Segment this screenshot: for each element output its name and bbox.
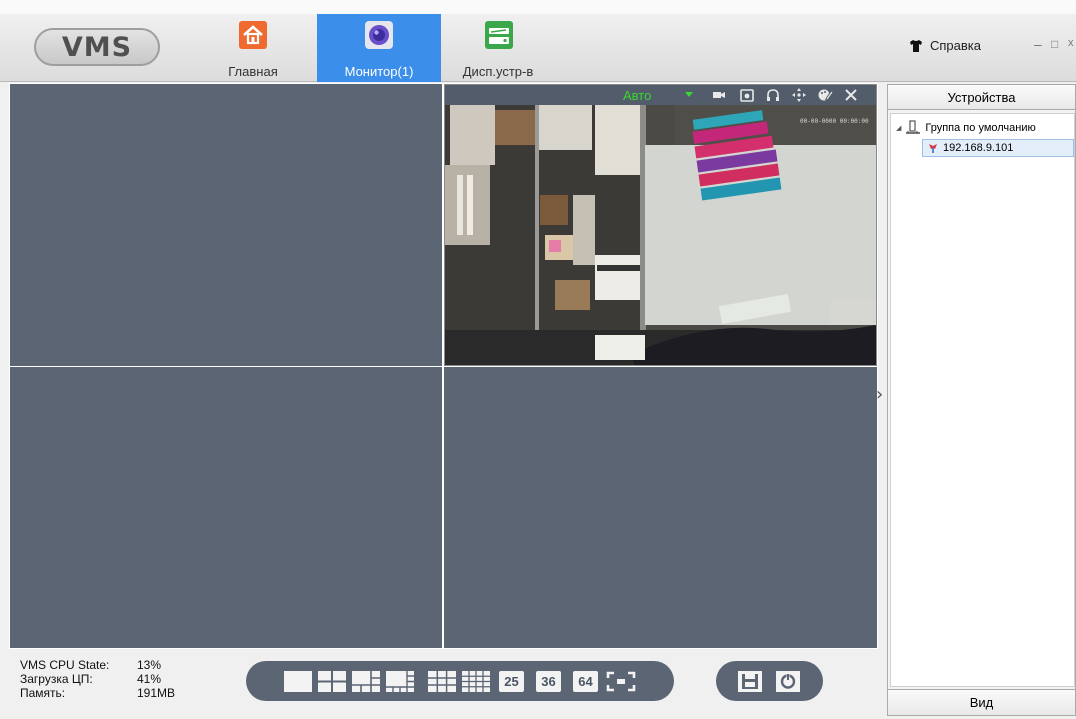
layout-64-button[interactable]: 64: [573, 671, 598, 692]
vms-logo: VMS: [34, 28, 160, 66]
camera-video-feed: 00-00-0000 00:00:00: [445, 105, 876, 365]
help-button[interactable]: Справка: [909, 38, 981, 53]
stat-row-cpu-state: VMS CPU State: 13%: [20, 658, 175, 672]
layout-36-button[interactable]: 36: [536, 671, 561, 692]
tshirt-icon: [910, 39, 922, 52]
stat-key: Память:: [20, 686, 66, 700]
video-cell-4[interactable]: [444, 367, 877, 648]
tab-monitor-label: Монитор(1): [344, 64, 414, 79]
stat-value: 41%: [137, 672, 162, 686]
layout-8-icon[interactable]: [386, 671, 414, 692]
snapshot-icon[interactable]: [739, 87, 755, 103]
device-manager-icon: [485, 21, 513, 49]
stat-value: 191MB: [137, 686, 176, 700]
tab-monitor[interactable]: Монитор(1): [317, 14, 441, 82]
tab-device-manager[interactable]: Дисп.устр-в: [454, 14, 542, 82]
layout-1-icon[interactable]: [284, 671, 312, 692]
tree-group-label: Группа по умолчанию: [925, 121, 1036, 134]
close-icon[interactable]: [843, 87, 859, 103]
audio-icon[interactable]: [765, 87, 781, 103]
stat-value: 13%: [137, 658, 162, 672]
video-grid: Авто 00-00-0000 00:00:00: [9, 83, 878, 649]
device-group-icon: [906, 120, 921, 134]
system-stats: VMS CPU State: 13% Загрузка ЦП: 41% Памя…: [20, 658, 175, 700]
layout-9-icon[interactable]: [428, 671, 456, 692]
layout-16-icon[interactable]: [462, 671, 490, 692]
stat-row-memory: Память: 191MB: [20, 686, 175, 700]
devices-panel-title: Устройства: [888, 85, 1075, 110]
devices-panel: Устройства ◢ Группа по умолчанию 192.168…: [887, 84, 1076, 716]
minimize-button[interactable]: –: [1034, 36, 1042, 52]
home-icon: [239, 21, 267, 49]
stat-row-cpu-load: Загрузка ЦП: 41%: [20, 672, 175, 686]
save-layout-icon[interactable]: [738, 671, 762, 692]
tab-device-manager-label: Дисп.устр-в: [462, 64, 534, 79]
monitor-icon: [365, 21, 393, 49]
layout-toolbar: 25 36 64: [246, 661, 674, 701]
stream-mode-select[interactable]: Авто: [623, 88, 651, 103]
cycle-view-icon[interactable]: [776, 671, 800, 692]
video-cell-1[interactable]: [10, 84, 442, 366]
close-window-button[interactable]: x: [1068, 37, 1074, 49]
chevron-down-icon[interactable]: [685, 92, 693, 97]
video-cell-toolbar: Авто: [445, 85, 876, 105]
layout-4-icon[interactable]: [318, 671, 346, 692]
view-actions-toolbar: [716, 661, 823, 701]
view-tab[interactable]: Вид: [888, 689, 1075, 715]
record-icon[interactable]: [711, 87, 727, 103]
title-strip: [0, 0, 1076, 14]
device-tree: ◢ Группа по умолчанию 192.168.9.101: [890, 113, 1075, 687]
fullscreen-icon[interactable]: [606, 671, 636, 692]
video-cell-2[interactable]: Авто 00-00-0000 00:00:00: [444, 84, 877, 366]
tree-device-item[interactable]: 192.168.9.101: [922, 139, 1074, 157]
camera-device-icon: [929, 143, 937, 153]
ptz-icon[interactable]: [791, 87, 807, 103]
maximize-button[interactable]: □: [1051, 37, 1058, 51]
panel-toggle-arrow-icon[interactable]: ›: [876, 384, 883, 405]
video-cell-3[interactable]: [10, 367, 442, 648]
tree-device-ip: 192.168.9.101: [943, 142, 1014, 154]
color-adjust-icon[interactable]: [817, 87, 833, 103]
top-toolbar: VMS Главная Монитор(1) Дисп.устр-в Справ…: [0, 0, 1076, 82]
tab-home-label: Главная: [228, 64, 278, 79]
tree-group-default[interactable]: ◢ Группа по умолчанию: [896, 120, 1036, 135]
tab-home[interactable]: Главная: [218, 14, 288, 82]
stat-key: VMS CPU State:: [20, 658, 110, 672]
tree-expand-icon[interactable]: ◢: [896, 124, 901, 132]
help-label: Справка: [930, 38, 981, 53]
layout-6-icon[interactable]: [352, 671, 380, 692]
svg-text:00-00-0000 00:00:00: 00-00-0000 00:00:00: [800, 118, 869, 125]
stat-key: Загрузка ЦП:: [20, 672, 93, 686]
layout-25-button[interactable]: 25: [499, 671, 524, 692]
